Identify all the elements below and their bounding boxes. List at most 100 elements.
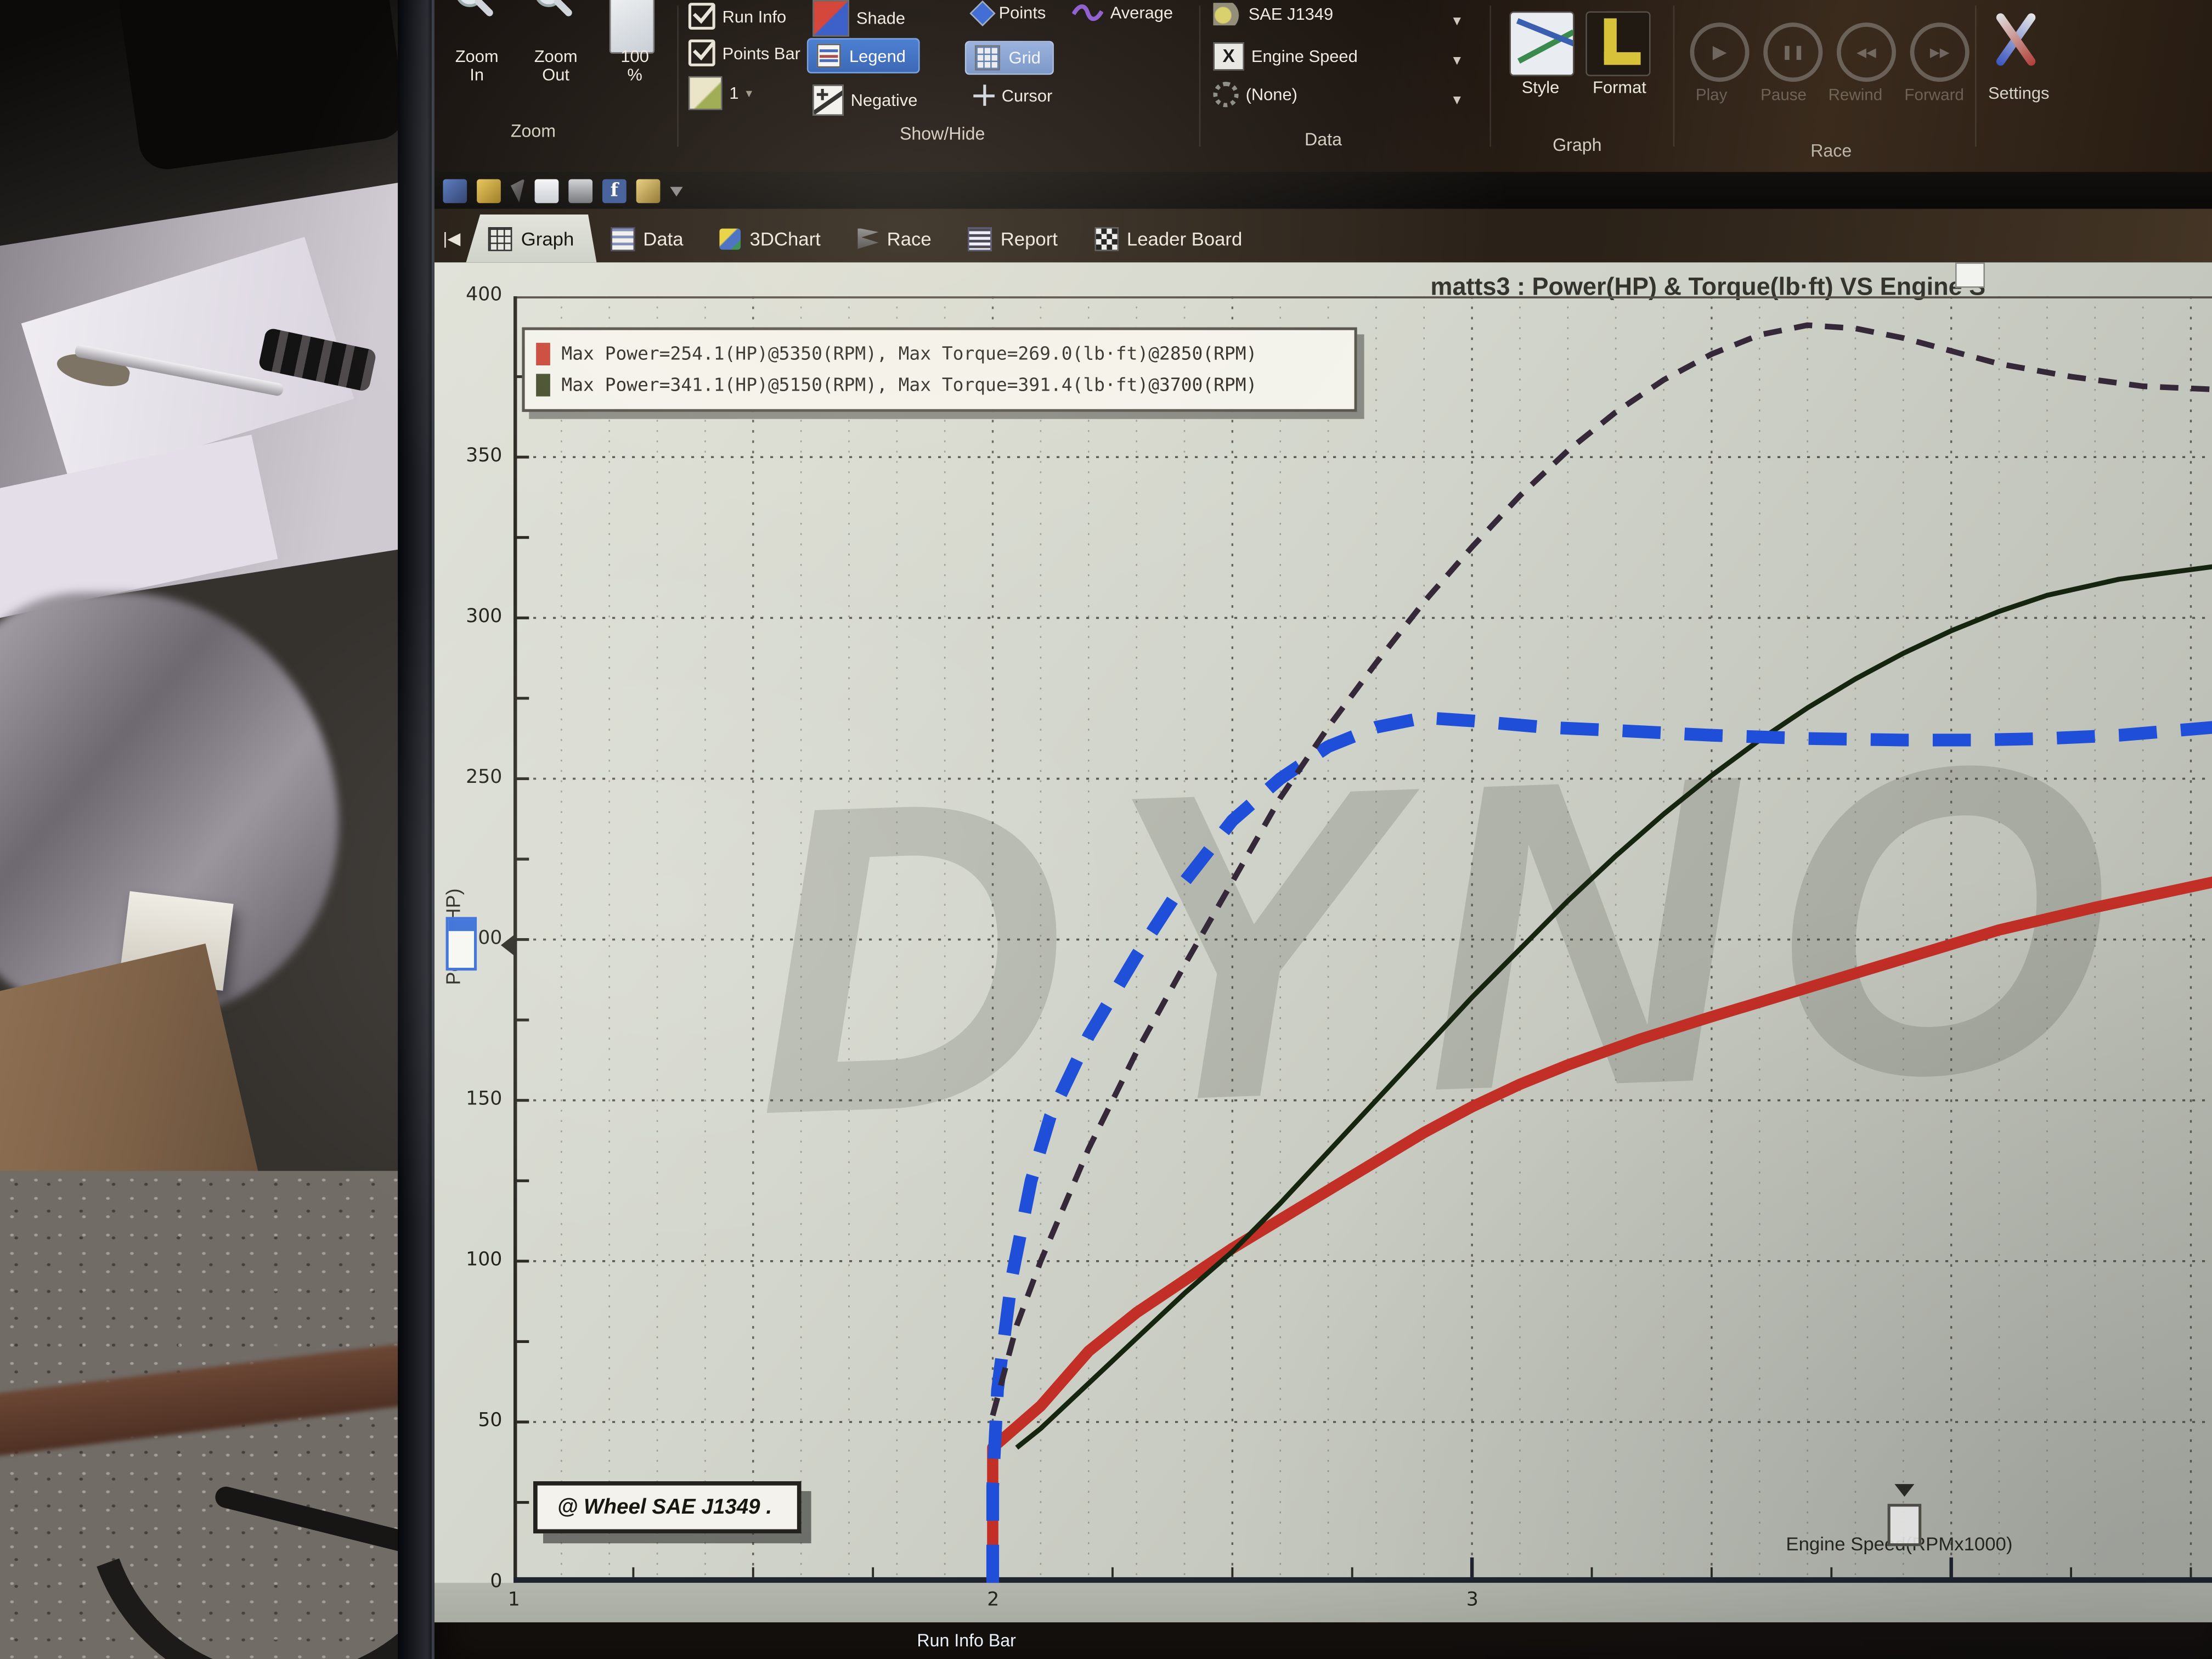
race-tab-icon — [857, 228, 879, 249]
points-button[interactable]: Points — [973, 3, 1046, 22]
weather-correction-icon — [1213, 3, 1241, 25]
tab-label: 3DChart — [750, 228, 821, 249]
y-tick-label: 150 — [435, 1088, 502, 1110]
run-info-bar-label: Run Info Bar — [917, 1631, 1015, 1651]
shade-button[interactable]: Shade — [812, 0, 905, 37]
legend-icon — [817, 44, 841, 68]
chevron-down-icon[interactable]: ▾ — [1453, 91, 1461, 109]
chevron-down-icon[interactable]: ▾ — [1453, 12, 1461, 30]
grid-icon — [975, 45, 1000, 70]
tab-3dchart[interactable]: 3DChart — [697, 215, 843, 262]
chart-icon[interactable] — [443, 178, 467, 202]
y-tick-label: 300 — [435, 605, 502, 628]
points-icon — [969, 0, 995, 26]
tab-graph[interactable]: Graph — [466, 215, 596, 262]
zoom-100-button[interactable]: 100 % — [595, 48, 674, 84]
negative-icon — [812, 84, 844, 116]
cursor-icon — [973, 84, 995, 106]
photo-of-laptop-screen: Zoom In Zoom Out 100 % Zoom Run Info Poi… — [0, 0, 2212, 1659]
legend-toggle-button[interactable]: Legend — [807, 38, 920, 73]
leaderboard-tab-icon — [1094, 227, 1119, 251]
facebook-icon[interactable]: f — [602, 178, 627, 202]
run-info-checkbox[interactable]: Run Info — [689, 3, 786, 30]
x-channel-icon: X — [1213, 42, 1244, 70]
tab-data[interactable]: Data — [588, 215, 706, 262]
laptop-bezel — [398, 0, 435, 1659]
tab-report[interactable]: Report — [945, 215, 1080, 262]
run1-legend-marker — [536, 343, 550, 365]
quick-access-toolbar: f — [435, 172, 2212, 209]
axis-margin-strip — [435, 1583, 2212, 1622]
format-icon — [1587, 13, 1649, 75]
run-number-spinner[interactable]: 1 ▾ — [689, 76, 752, 110]
format-button[interactable] — [1585, 12, 1650, 76]
points-label: Points — [999, 3, 1046, 22]
shade-icon — [812, 0, 849, 37]
run-number-value: 1 — [729, 83, 738, 103]
y-axis-scroll-handle[interactable] — [446, 917, 477, 970]
tab-race[interactable]: Race — [835, 215, 954, 262]
play-button[interactable]: ▶ — [1690, 22, 1750, 82]
folder-icon[interactable] — [636, 178, 661, 202]
dyno-software-window: Zoom In Zoom Out 100 % Zoom Run Info Poi… — [435, 0, 2212, 1659]
tab-label: Report — [1001, 228, 1058, 249]
chevron-down-icon[interactable]: ▾ — [1453, 51, 1461, 69]
play-icon: ▶ — [1713, 41, 1727, 64]
new-document-icon[interactable] — [535, 178, 559, 202]
zoom-out-button[interactable]: Zoom Out — [516, 48, 595, 84]
forward-icon: ▶▶ — [1930, 44, 1950, 60]
points-bar-label: Points Bar — [723, 43, 800, 63]
legend-text: Max Power=341.1(HP)@5150(RPM), Max Torqu… — [561, 375, 1257, 396]
open-folder-icon[interactable] — [477, 178, 501, 202]
y-tick-label: 350 — [435, 444, 502, 467]
graph-group-label: Graph — [1506, 136, 1647, 155]
dyno-plot — [514, 296, 2212, 1583]
correction-badge: @ Wheel SAE J1349 . — [533, 1481, 802, 1533]
rewind-label: Rewind — [1829, 87, 1883, 104]
y-tick-label: 400 — [435, 284, 502, 306]
cursor-button[interactable]: Cursor — [973, 84, 1052, 106]
settings-label: Settings — [1970, 84, 2068, 103]
checkbox-checked-icon — [689, 3, 715, 30]
graph-view: DYNO matts3 : Power(HP) & Torque(lb·ft) … — [435, 262, 2212, 1622]
settings-button[interactable] — [1987, 5, 2043, 70]
undo-arrow-icon[interactable] — [511, 178, 525, 202]
x-channel-value: Engine Speed — [1251, 47, 1358, 66]
style-button[interactable] — [1509, 12, 1574, 76]
style-icon — [1511, 13, 1573, 75]
tab-bar: |◀ Graph Data 3DChart Race Report — [435, 209, 2212, 263]
tab-scroll-left-icon[interactable]: |◀ — [443, 229, 460, 249]
x-channel-dropdown[interactable]: X Engine Speed — [1213, 42, 1357, 70]
forward-label: Forward — [1904, 87, 1963, 104]
pause-icon: ❚❚ — [1781, 44, 1805, 60]
grid-toggle-button[interactable]: Grid — [965, 41, 1053, 75]
ribbon-separator — [1489, 5, 1491, 146]
x-tick-label: 1 — [508, 1588, 520, 1611]
shade-label: Shade — [856, 8, 905, 28]
average-button[interactable]: Average — [1072, 3, 1173, 22]
data-tab-icon — [611, 227, 635, 251]
forward-button[interactable]: ▶▶ — [1910, 22, 1970, 82]
correction-value: SAE J1349 — [1249, 4, 1333, 24]
y-tick-label: 0 — [435, 1570, 502, 1593]
print-icon[interactable] — [568, 178, 592, 202]
negative-button[interactable]: Negative — [812, 84, 917, 116]
chevron-down-icon[interactable] — [670, 178, 682, 202]
x-tick-label: 3 — [1466, 1588, 1479, 1611]
y-tick-label: 250 — [435, 766, 502, 788]
pause-button[interactable]: ❚❚ — [1763, 22, 1822, 82]
tab-label: Graph — [521, 228, 574, 249]
secondary-channel-dropdown[interactable]: (None) — [1213, 82, 1297, 107]
tab-label: Data — [643, 228, 683, 249]
x-axis-scroll-handle[interactable] — [1888, 1504, 1922, 1546]
tab-leader-board[interactable]: Leader Board — [1072, 215, 1265, 262]
points-bar-checkbox[interactable]: Points Bar — [689, 40, 800, 66]
ribbon-separator — [677, 5, 679, 146]
report-tab-icon — [968, 227, 992, 251]
run2-legend-marker — [536, 374, 550, 396]
secondary-channel-value: (None) — [1246, 84, 1297, 104]
rewind-button[interactable]: ◀◀ — [1837, 22, 1896, 82]
correction-dropdown[interactable]: SAE J1349 — [1213, 3, 1333, 25]
run-info-bar[interactable]: Run Info Bar — [435, 1622, 2212, 1659]
zoom-in-button[interactable]: Zoom In — [437, 48, 516, 84]
